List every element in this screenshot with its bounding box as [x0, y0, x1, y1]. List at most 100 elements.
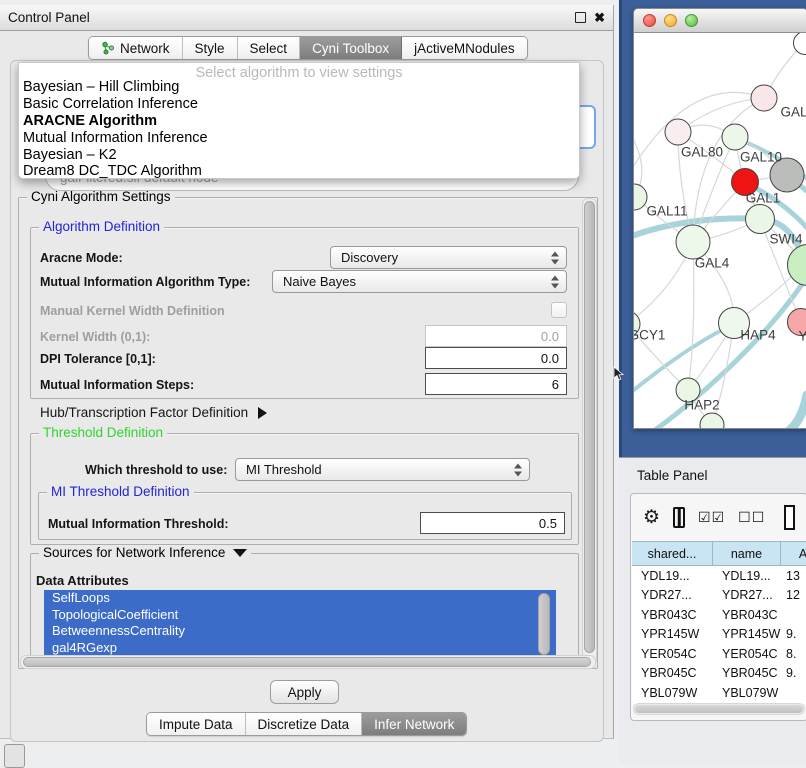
- attribute-item[interactable]: SelfLoops: [44, 590, 556, 607]
- cell-shared: YPR145W: [632, 627, 713, 641]
- node-label: GAL4: [695, 256, 730, 271]
- attribute-item[interactable]: BetweennessCentrality: [44, 623, 556, 640]
- network-node[interactable]: [676, 225, 711, 260]
- dpi-tolerance-field[interactable]: 0.0: [425, 347, 567, 369]
- tab-discretize-data-label: Discretize Data: [258, 717, 350, 732]
- collapsed-arrow-icon: [258, 407, 267, 419]
- mi-threshold-label: Mutual Information Threshold:: [48, 517, 229, 531]
- hub-section-label: Hub/Transcription Factor Definition: [40, 405, 248, 420]
- hub-section-toggle[interactable]: Hub/Transcription Factor Definition: [40, 405, 267, 420]
- table-header-row: shared... name A: [632, 541, 806, 566]
- algorithm-option[interactable]: Mutual Information Inference: [23, 130, 208, 146]
- table-row[interactable]: YBR045C YBR045C 9.: [632, 664, 806, 684]
- algorithm-option[interactable]: Dream8 DC_TDC Algorithm: [23, 163, 202, 179]
- attribute-item[interactable]: TopologicalCoefficient: [44, 607, 556, 624]
- network-edges: [634, 33, 806, 428]
- close-window-icon[interactable]: [643, 14, 656, 27]
- tab-cyni-toolbox[interactable]: Cyni Toolbox: [300, 37, 402, 59]
- float-panel-icon[interactable]: [575, 12, 586, 23]
- control-panel-window: Control Panel ✖ Network Style Select: [0, 5, 614, 739]
- kernel-width-label: Kernel Width (0,1):: [40, 330, 150, 344]
- split-view-icon[interactable]: [673, 507, 685, 528]
- dpi-tolerance-value: 0.0: [541, 351, 559, 366]
- table-row[interactable]: YBL079W YBL079W: [632, 683, 806, 703]
- settings-hscroll-thumb[interactable]: [23, 657, 591, 667]
- mi-type-combo[interactable]: Naive Bayes: [272, 270, 567, 293]
- cell-value: 9.: [781, 666, 806, 680]
- mi-steps-label: Mutual Information Steps:: [40, 378, 194, 392]
- settings-vscroll-thumb[interactable]: [584, 201, 595, 653]
- column-header-shared-name[interactable]: shared...: [632, 542, 713, 565]
- attribute-item[interactable]: gal4RGexp: [44, 640, 556, 657]
- mi-threshold-field[interactable]: 0.5: [420, 512, 565, 534]
- which-threshold-combo[interactable]: MI Threshold: [235, 458, 530, 481]
- data-attributes-list[interactable]: SelfLoops TopologicalCoefficient Between…: [44, 590, 556, 656]
- tab-impute-data-label: Impute Data: [159, 717, 233, 732]
- cell-value: 9.: [781, 627, 806, 641]
- column-header-partial[interactable]: A: [781, 542, 806, 565]
- tab-network[interactable]: Network: [89, 37, 183, 59]
- tab-style[interactable]: Style: [183, 37, 238, 59]
- settings-vscroll-track[interactable]: [582, 198, 597, 666]
- table-panel-title: Table Panel: [637, 468, 708, 483]
- algorithm-option[interactable]: Bayesian – K2: [23, 147, 117, 163]
- mi-type-label: Mutual Information Algorithm Type:: [40, 275, 250, 289]
- table-row[interactable]: YDR27... YDR27... 12: [632, 586, 806, 606]
- sources-title-text: Sources for Network Inference: [43, 545, 225, 560]
- table-row[interactable]: YDL19... YDL19... 13: [632, 566, 806, 586]
- deselect-all-checkboxes-icon[interactable]: ☐☐: [738, 510, 765, 524]
- table-row[interactable]: YPR145W YPR145W 9.: [632, 625, 806, 645]
- settings-group-title: Cyni Algorithm Settings: [27, 189, 175, 204]
- apply-button[interactable]: Apply: [270, 680, 339, 704]
- node-table: shared... name A YDL19... YDL19... 13 YD…: [632, 541, 806, 704]
- aracne-mode-combo[interactable]: Discovery: [330, 246, 567, 269]
- algorithm-option[interactable]: Basic Correlation Inference: [23, 96, 198, 112]
- table-body[interactable]: YDL19... YDL19... 13 YDR27... YDR27... 1…: [632, 566, 806, 704]
- network-node[interactable]: [745, 204, 775, 234]
- tab-select-label: Select: [250, 41, 288, 56]
- node-label: SWI4: [769, 232, 802, 247]
- data-attributes-label: Data Attributes: [36, 573, 129, 588]
- network-node[interactable]: [722, 124, 749, 151]
- which-threshold-label: Which threshold to use:: [85, 463, 227, 477]
- network-node[interactable]: [665, 119, 692, 146]
- cell-shared: YBR045C: [632, 666, 713, 680]
- table-hscroll-thumb[interactable]: [635, 705, 803, 713]
- kernel-width-value: 0.0: [541, 329, 559, 344]
- cell-name: YDR27...: [713, 588, 781, 602]
- table-row[interactable]: YBR043C YBR043C: [632, 605, 806, 625]
- table-row[interactable]: YER054C YER054C 8.: [632, 644, 806, 664]
- mi-steps-field[interactable]: 6: [425, 373, 567, 395]
- algorithm-option[interactable]: Bayesian – Hill Climbing: [23, 79, 179, 95]
- cell-value: 12: [781, 588, 806, 602]
- kernel-width-field[interactable]: 0.0: [425, 325, 567, 347]
- attribute-list-scrollbar[interactable]: [538, 593, 550, 655]
- manual-kernel-checkbox[interactable]: [551, 302, 567, 318]
- node-label: GCY1: [634, 328, 665, 343]
- grid-settings-icon[interactable]: [4, 744, 25, 768]
- tab-infer-network[interactable]: Infer Network: [362, 713, 466, 735]
- tab-discretize-data[interactable]: Discretize Data: [246, 713, 363, 735]
- cell-name: YBR045C: [713, 666, 781, 680]
- zoom-window-icon[interactable]: [685, 14, 698, 27]
- table-hscroll-track[interactable]: [633, 703, 805, 715]
- column-header-name[interactable]: name: [713, 542, 781, 565]
- control-panel-title: Control Panel: [8, 10, 90, 25]
- algorithm-option-selected[interactable]: ARACNE Algorithm: [23, 113, 157, 129]
- network-canvas[interactable]: GAL GAL80 GAL10 GAL1 GAL11 SWI4 GAL4 GCY…: [634, 33, 806, 428]
- tab-jactivemnodules[interactable]: jActiveMNodules: [402, 37, 527, 59]
- node-label: GAL80: [681, 145, 723, 160]
- document-icon[interactable]: [784, 505, 795, 530]
- settings-hscroll-track[interactable]: [20, 655, 596, 669]
- minimize-window-icon[interactable]: [664, 14, 677, 27]
- table-panel-area: Table Panel ⚙ ☑☑ ☐☐ shared... name A YDL…: [619, 457, 806, 763]
- close-panel-icon[interactable]: ✖: [594, 11, 605, 24]
- tab-impute-data[interactable]: Impute Data: [147, 713, 246, 735]
- select-all-checkboxes-icon[interactable]: ☑☑: [698, 510, 725, 524]
- gear-icon[interactable]: ⚙: [643, 508, 660, 527]
- network-node[interactable]: [751, 85, 778, 112]
- sources-group-title[interactable]: Sources for Network Inference: [39, 545, 251, 560]
- cell-value: 8.: [781, 647, 806, 661]
- mi-type-value: Naive Bayes: [283, 274, 356, 289]
- tab-select[interactable]: Select: [238, 37, 301, 59]
